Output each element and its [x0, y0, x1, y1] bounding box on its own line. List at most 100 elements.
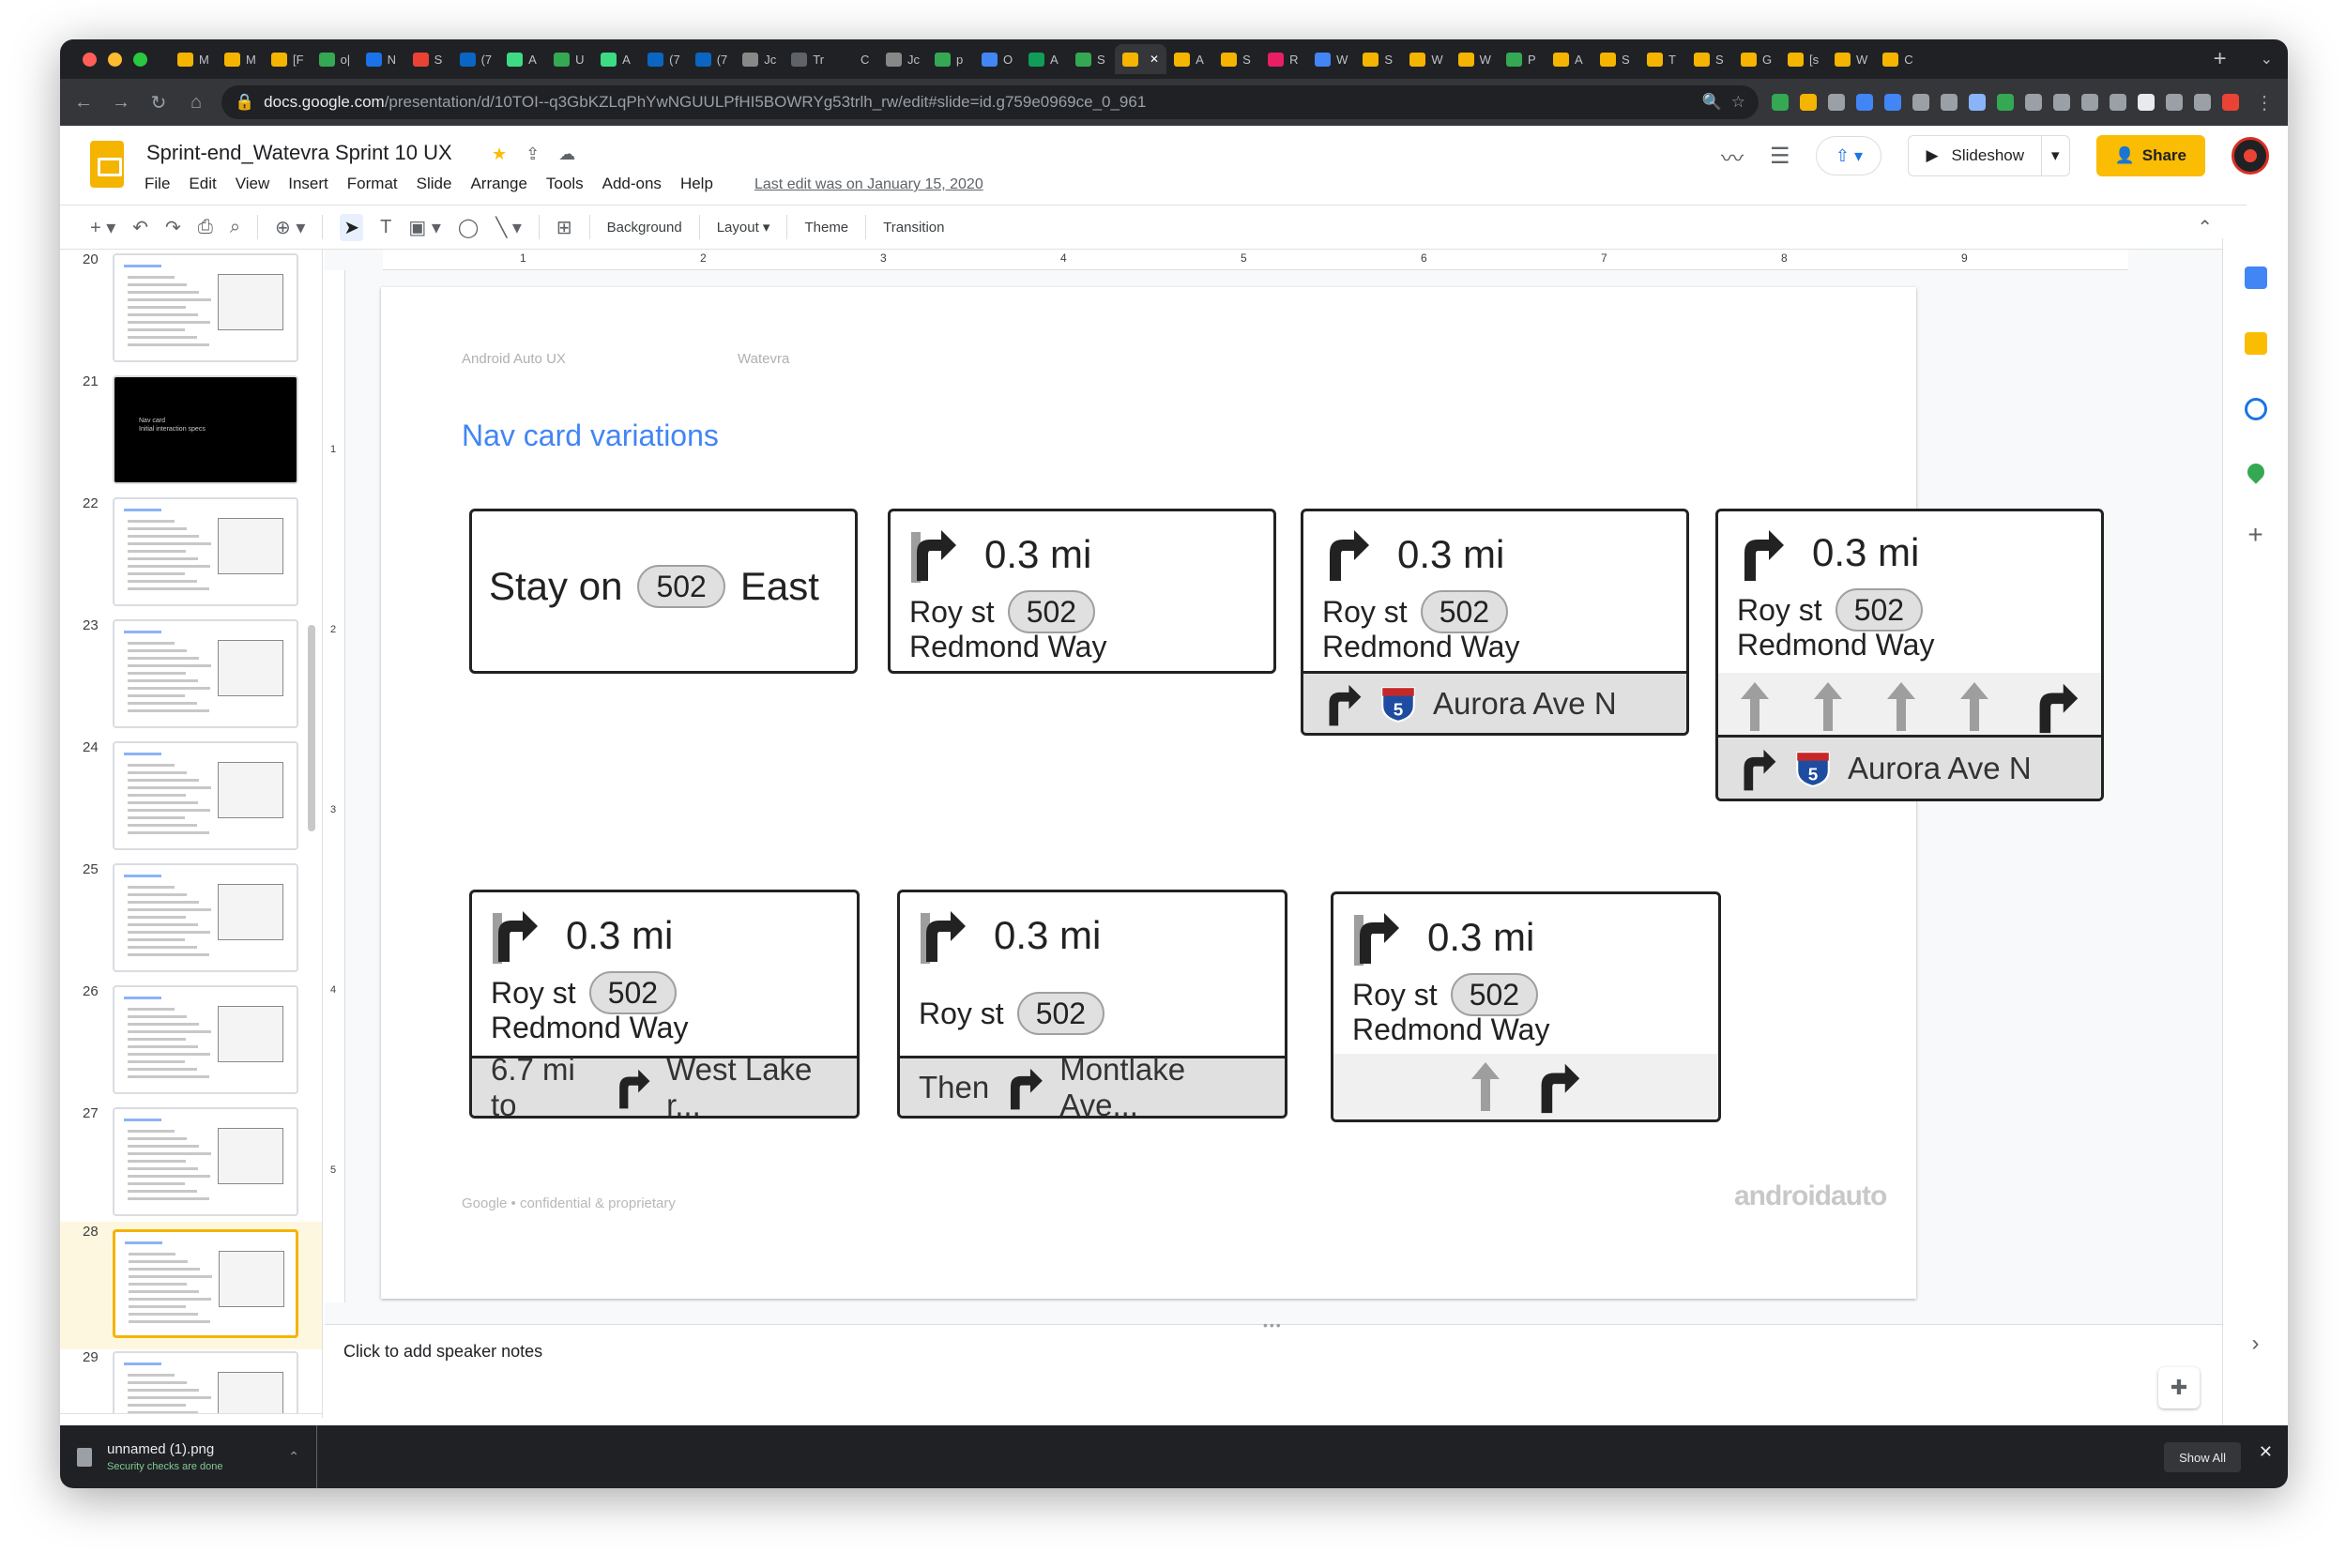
menu-item-format[interactable]: Format: [347, 175, 398, 193]
menu-item-arrange[interactable]: Arrange: [470, 175, 526, 193]
speaker-notes-placeholder[interactable]: Click to add speaker notes: [343, 1342, 542, 1362]
star-document-icon[interactable]: ★: [492, 145, 507, 164]
slide-thumbnail[interactable]: [113, 1229, 298, 1338]
browser-tab[interactable]: S: [1592, 44, 1639, 74]
browser-tab[interactable]: M: [217, 44, 264, 74]
browser-tab[interactable]: O: [974, 44, 1021, 74]
slide-thumbnail[interactable]: [113, 1351, 298, 1418]
url-bar[interactable]: 🔒 docs.google.com/presentation/d/10TOI--…: [221, 85, 1759, 119]
browser-tab[interactable]: (7: [688, 44, 736, 74]
cloud-status-icon[interactable]: ☁: [558, 145, 575, 164]
menu-item-addons[interactable]: Add-ons: [602, 175, 662, 193]
add-addon-icon[interactable]: +: [2247, 522, 2262, 548]
menu-item-edit[interactable]: Edit: [189, 175, 216, 193]
browser-tab[interactable]: S: [1213, 44, 1260, 74]
browser-tab[interactable]: S: [405, 44, 452, 74]
vertical-ruler[interactable]: 1 2 3 4 5: [325, 270, 345, 1302]
browser-tab[interactable]: A: [499, 44, 546, 74]
nav-card-with-lanes[interactable]: 0.3 mi Roy st 502 Redmond Way 5 Aurora A…: [1715, 509, 2104, 801]
extension-icon[interactable]: [2025, 94, 2042, 111]
background-button[interactable]: Background: [607, 220, 682, 236]
reload-icon[interactable]: ↻: [146, 91, 171, 114]
browser-tab[interactable]: W: [1307, 44, 1355, 74]
nav-card-basic[interactable]: 0.3 mi Roy st 502 Redmond Way: [888, 509, 1276, 674]
browser-tab[interactable]: o|: [312, 44, 358, 74]
shape-icon[interactable]: ◯: [458, 216, 479, 239]
new-slide-icon[interactable]: + ▾: [90, 216, 115, 239]
slide-thumbnail-row[interactable]: 23: [60, 616, 322, 736]
slide-thumbnail[interactable]: Nav card Initial interaction specs: [113, 375, 298, 484]
slide-thumbnail-row[interactable]: 21 Nav card Initial interaction specs: [60, 372, 322, 492]
close-icon[interactable]: ✕: [2259, 1442, 2273, 1462]
redo-icon[interactable]: ↷: [165, 216, 181, 239]
new-tab-button[interactable]: +: [2214, 46, 2227, 72]
expand-panel-icon[interactable]: ›: [2252, 1331, 2260, 1357]
zoom-icon[interactable]: 🔍: [1702, 93, 1722, 112]
extension-icon[interactable]: [1941, 94, 1958, 111]
comments-icon[interactable]: ☰: [1770, 143, 1790, 170]
present-mode-button[interactable]: ⇧ ▾: [1816, 136, 1882, 175]
browser-tab[interactable]: A: [1021, 44, 1068, 74]
slide-thumbnail[interactable]: [113, 741, 298, 850]
browser-tab[interactable]: P: [1499, 44, 1546, 74]
browser-tab[interactable]: C: [831, 44, 878, 74]
nav-card-distance-to[interactable]: 0.3 mi Roy st 502 Redmond Way 6.7 mi to …: [469, 890, 860, 1119]
slide-thumbnail[interactable]: [113, 619, 298, 728]
undo-icon[interactable]: ↶: [132, 216, 148, 239]
maximize-window-button[interactable]: [133, 52, 147, 67]
slide-thumbnail-row[interactable]: 27: [60, 1104, 322, 1224]
browser-tab[interactable]: A: [1546, 44, 1592, 74]
close-window-button[interactable]: [83, 52, 97, 67]
extension-icon[interactable]: [2081, 94, 2098, 111]
browser-tab[interactable]: U: [546, 44, 593, 74]
slide-thumbnail[interactable]: [113, 863, 298, 972]
browser-tab[interactable]: Jc: [878, 44, 927, 74]
comment-icon[interactable]: ⊞: [556, 216, 572, 239]
slide-thumbnail[interactable]: [113, 985, 298, 1094]
horizontal-ruler[interactable]: 1 2 3 4 5 6 7 8 9: [383, 250, 2128, 270]
paint-format-icon[interactable]: ⌕: [230, 217, 240, 238]
extension-icon[interactable]: [1884, 94, 1901, 111]
browser-tab[interactable]: (7: [452, 44, 500, 74]
document-title[interactable]: Sprint-end_Watevra Sprint 10 UX: [146, 141, 452, 165]
browser-tab[interactable]: [F: [264, 44, 312, 74]
slides-logo-icon[interactable]: [90, 141, 124, 188]
browser-menu-icon[interactable]: ⋮: [2252, 91, 2277, 114]
slide-thumbnail-row[interactable]: 22: [60, 494, 322, 614]
slide-thumbnail-row[interactable]: 28: [60, 1222, 322, 1349]
slide-thumbnail-row[interactable]: 26: [60, 982, 322, 1102]
extension-icon[interactable]: [2138, 94, 2155, 111]
browser-tab[interactable]: C: [1875, 44, 1922, 74]
browser-tab[interactable]: S: [1068, 44, 1115, 74]
menu-item-help[interactable]: Help: [680, 175, 713, 193]
filmstrip-scrollbar[interactable]: [308, 625, 315, 831]
extension-icon[interactable]: [1969, 94, 1986, 111]
browser-tab[interactable]: W: [1451, 44, 1499, 74]
slideshow-button[interactable]: ▶ Slideshow ▾: [1908, 135, 2070, 176]
slide-page[interactable]: Android Auto UX Watevra Nav card variati…: [381, 287, 2104, 1299]
tab-search-icon[interactable]: ⌄: [2261, 50, 2273, 69]
extension-icon[interactable]: [2166, 94, 2183, 111]
theme-button[interactable]: Theme: [804, 220, 848, 236]
slide-thumbnail-row[interactable]: 29: [60, 1347, 322, 1418]
extension-icon[interactable]: [1800, 94, 1817, 111]
extension-icon[interactable]: [1772, 94, 1789, 111]
browser-tab[interactable]: W: [1827, 44, 1875, 74]
line-icon[interactable]: ╲ ▾: [495, 216, 522, 239]
back-icon[interactable]: ←: [71, 92, 96, 114]
activity-trend-icon[interactable]: 〰: [1721, 140, 1744, 173]
extension-icon[interactable]: [1912, 94, 1929, 111]
browser-tab[interactable]: (7: [640, 44, 688, 74]
browser-tab[interactable]: R: [1260, 44, 1307, 74]
share-button[interactable]: 👤 Share: [2095, 135, 2205, 176]
browser-tab[interactable]: [s: [1780, 44, 1827, 74]
avatar[interactable]: [2232, 137, 2269, 175]
home-icon[interactable]: ⌂: [184, 92, 208, 114]
menu-item-file[interactable]: File: [145, 175, 170, 193]
extension-icon[interactable]: [2053, 94, 2070, 111]
extension-icon[interactable]: [1856, 94, 1873, 111]
last-edit-link[interactable]: Last edit was on January 15, 2020: [754, 176, 983, 193]
show-all-button[interactable]: Show All: [2164, 1442, 2241, 1472]
slide-thumbnail[interactable]: [113, 1107, 298, 1216]
collapse-toolbar-icon[interactable]: ⌃: [2197, 216, 2213, 239]
